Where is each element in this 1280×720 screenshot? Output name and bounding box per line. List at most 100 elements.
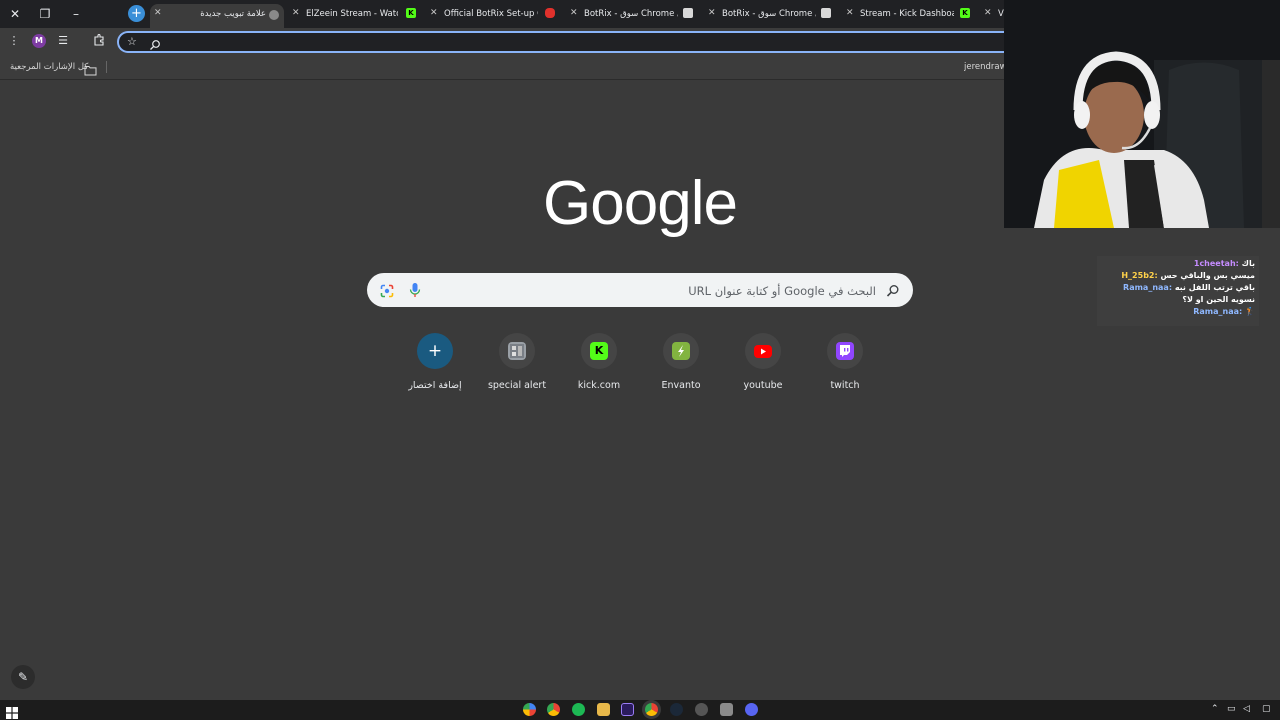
shortcut-special-alert[interactable]: special alert xyxy=(476,333,558,393)
kick-icon: K xyxy=(406,8,416,18)
reading-list-icon[interactable]: ☰ xyxy=(56,34,70,48)
app-icon-1[interactable] xyxy=(523,703,536,716)
volume-icon[interactable]: ◁ xyxy=(1243,704,1250,714)
close-icon[interactable]: ✕ xyxy=(708,8,716,18)
twitch-icon xyxy=(836,342,854,360)
address-bar[interactable]: ☆ xyxy=(117,31,1012,53)
close-icon[interactable]: ✕ xyxy=(154,8,162,18)
search-placeholder: البحث في Google أو كتابة عنوان URL xyxy=(688,284,876,298)
bookmark-item[interactable]: jerendraws xyxy=(964,62,1004,72)
envato-icon xyxy=(672,342,690,360)
zoom-icon[interactable] xyxy=(149,36,161,50)
tab-title: علامة تبويب جديدة xyxy=(200,9,266,19)
youtube-icon xyxy=(545,8,555,18)
chat-message: باك 1cheetah: xyxy=(1101,258,1255,270)
tab-title: ElZeein Stream - Watch L xyxy=(306,9,398,19)
discord-icon[interactable] xyxy=(745,703,758,716)
tab-botrix-guide[interactable]: ✕ Official BotRix Set-up Gui xyxy=(426,4,560,24)
notification-icon[interactable]: ▢ xyxy=(1262,704,1271,714)
app-icon-2[interactable] xyxy=(695,703,708,716)
tab-botrix-store-2[interactable]: ✕ BotRix - سوق Chrome الإلكتروني xyxy=(704,4,838,24)
shortcut-icon-bg: K xyxy=(581,333,617,369)
tab-botrix-store-1[interactable]: ✕ BotRix - سوق Chrome الإلكتروني xyxy=(566,4,700,24)
tab-title: BotRix - سوق Chrome الإلكتروني xyxy=(584,9,678,19)
chat-username: Rama_naa: xyxy=(1193,307,1243,316)
menu-icon[interactable]: ⋮ xyxy=(7,34,21,48)
chat-text: ميسي بس والباقي حس xyxy=(1160,271,1255,280)
profile-avatar[interactable]: M xyxy=(32,34,46,48)
shortcut-label: twitch xyxy=(830,380,860,391)
close-icon[interactable]: ✕ xyxy=(984,8,992,18)
streamer-camera-image xyxy=(1004,0,1280,228)
google-lens-icon[interactable] xyxy=(380,283,394,298)
youtube-icon xyxy=(754,345,772,358)
chat-text: باقي ترتب اللفل نبه xyxy=(1174,283,1255,292)
window-restore-button[interactable]: ❐ xyxy=(36,5,54,23)
omnibox-input[interactable] xyxy=(169,34,989,49)
shortcut-label: Envanto xyxy=(661,380,701,391)
webcam-overlay xyxy=(1004,0,1280,228)
close-icon[interactable]: ✕ xyxy=(430,8,438,18)
tab-kick-dashboard[interactable]: ✕ Stream - Kick Dashboard K xyxy=(842,4,976,24)
tab-strip: ✕ ❐ – + ✕ علامة تبويب جديدة ✕ ElZeein St… xyxy=(0,0,1004,28)
tab-partial[interactable]: ✕ V xyxy=(980,4,1004,24)
tab-new-tab[interactable]: ✕ علامة تبويب جديدة xyxy=(150,4,284,28)
chrome-icon xyxy=(269,10,279,20)
close-icon[interactable]: ✕ xyxy=(846,8,854,18)
close-icon[interactable]: ✕ xyxy=(570,8,578,18)
shortcut-icon-bg xyxy=(663,333,699,369)
after-effects-icon[interactable] xyxy=(621,703,634,716)
bookmarks-divider xyxy=(106,61,107,73)
bookmark-star-icon[interactable]: ☆ xyxy=(127,35,137,48)
tab-elzeein-stream[interactable]: ✕ ElZeein Stream - Watch L K xyxy=(288,4,420,24)
shortcut-envanto[interactable]: Envanto xyxy=(640,333,722,393)
extensions-icon[interactable] xyxy=(92,33,106,48)
chat-message: نسويه الحين او لا؟ xyxy=(1101,294,1255,306)
emote-icon: 🏌 xyxy=(1245,307,1255,316)
spotify-icon[interactable] xyxy=(572,703,585,716)
close-icon[interactable]: ✕ xyxy=(292,8,300,18)
chat-text: نسويه الحين او لا؟ xyxy=(1182,295,1255,304)
chat-message: ميسي بس والباقي حس H_25b2: xyxy=(1101,270,1255,282)
tab-title: Stream - Kick Dashboard xyxy=(860,9,954,19)
windows-start-icon[interactable] xyxy=(6,704,18,719)
shortcut-icon-bg xyxy=(827,333,863,369)
tab-title: BotRix - سوق Chrome الإلكتروني xyxy=(722,9,816,19)
image-icon xyxy=(508,342,526,360)
file-explorer-icon[interactable] xyxy=(597,703,610,716)
bookmarks-bar: كل الإشارات المرجعية jerendraws xyxy=(0,55,1004,80)
shortcut-youtube[interactable]: youtube xyxy=(722,333,804,393)
chrome-active-icon[interactable] xyxy=(645,703,658,716)
window-minimize-button[interactable]: – xyxy=(67,5,85,23)
steam-icon[interactable] xyxy=(670,703,683,716)
network-icon[interactable]: ▭ xyxy=(1227,704,1236,714)
chrome-taskbar-icon[interactable] xyxy=(547,703,560,716)
chat-message: باقي ترتب اللفل نبه Rama_naa: xyxy=(1101,282,1255,294)
ntp-search-box[interactable]: البحث في Google أو كتابة عنوان URL xyxy=(367,273,913,307)
all-bookmarks-link[interactable]: كل الإشارات المرجعية xyxy=(10,62,88,72)
shortcut-label: kick.com xyxy=(577,380,621,391)
chat-username: Rama_naa: xyxy=(1123,283,1173,292)
app-icon-3[interactable] xyxy=(720,703,733,716)
shortcut-add[interactable]: + إضافة اختصار xyxy=(394,333,476,393)
kick-icon: K xyxy=(960,8,970,18)
shortcut-twitch[interactable]: twitch xyxy=(804,333,886,393)
shortcut-label: special alert xyxy=(487,380,547,391)
window-close-button[interactable]: ✕ xyxy=(6,5,24,23)
shortcut-label: إضافة اختصار xyxy=(408,380,462,391)
customize-pencil-icon[interactable]: ✎ xyxy=(11,665,35,689)
windows-taskbar: ⌃ ▭ ◁ ▢ xyxy=(0,700,1280,720)
chat-text: باك xyxy=(1241,259,1255,268)
voice-search-icon[interactable] xyxy=(409,282,421,298)
screen: ✕ ❐ – + ✕ علامة تبويب جديدة ✕ ElZeein St… xyxy=(0,0,1280,720)
image-icon xyxy=(821,8,831,18)
new-tab-button[interactable]: + xyxy=(128,5,145,22)
chat-username: H_25b2: xyxy=(1121,271,1158,280)
tray-chevron-icon[interactable]: ⌃ xyxy=(1211,704,1219,714)
shortcut-kick[interactable]: K kick.com xyxy=(558,333,640,393)
chat-message: 🏌 Rama_naa: xyxy=(1101,306,1255,318)
plus-icon: + xyxy=(417,333,453,369)
shortcut-icon-bg xyxy=(499,333,535,369)
shortcut-label: youtube xyxy=(743,380,783,391)
shortcut-icon-bg xyxy=(745,333,781,369)
